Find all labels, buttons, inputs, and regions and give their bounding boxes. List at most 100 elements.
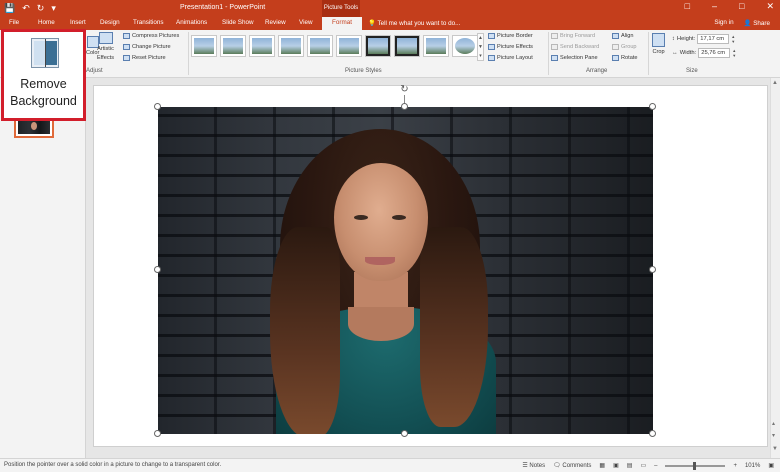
- scroll-up-icon[interactable]: ▲: [772, 80, 778, 86]
- zoom-in-icon[interactable]: +: [733, 463, 737, 469]
- zoom-level[interactable]: 101%: [745, 463, 760, 469]
- crop-button[interactable]: Crop: [652, 33, 665, 55]
- slideshow-icon[interactable]: ▭: [640, 462, 646, 469]
- save-icon[interactable]: 💾: [4, 2, 15, 14]
- picture-style-thumb[interactable]: [307, 35, 333, 57]
- resize-handle[interactable]: [649, 430, 656, 437]
- crop-label: Crop: [652, 49, 665, 55]
- vertical-scrollbar[interactable]: ▲ ▴ ▾ ▼: [770, 78, 780, 458]
- selection-pane-button[interactable]: Selection Pane: [551, 55, 598, 61]
- title-bar: 💾 ↶ ↻ ▾ Presentation1 - PowerPoint Pictu…: [0, 0, 780, 17]
- group-button[interactable]: Group: [612, 44, 637, 50]
- picture-style-thumb[interactable]: [191, 35, 217, 57]
- comments-button[interactable]: 🗨 Comments: [553, 462, 591, 469]
- tell-me-search[interactable]: 💡 Tell me what you want to do...: [368, 19, 460, 27]
- rb-icon-divider: [45, 39, 46, 67]
- scroll-down-icon[interactable]: ▼: [772, 446, 778, 452]
- tab-file[interactable]: File: [9, 19, 19, 26]
- resize-handle[interactable]: [649, 103, 656, 110]
- picture-effects-button[interactable]: Picture Effects: [488, 44, 533, 50]
- picture-style-thumb[interactable]: [249, 35, 275, 57]
- reset-picture-icon: [123, 55, 130, 61]
- send-backward-button[interactable]: Send Backward: [551, 44, 599, 50]
- picture-style-thumb[interactable]: [336, 35, 362, 57]
- tab-format[interactable]: Format: [322, 17, 362, 30]
- zoom-knob[interactable]: [693, 461, 697, 470]
- chevron-down-icon[interactable]: ▾: [51, 2, 56, 14]
- rotate-button[interactable]: Rotate: [612, 55, 637, 61]
- gallery-more-button[interactable]: ▲ ▼ ▾: [477, 33, 484, 61]
- zoom-out-icon[interactable]: –: [654, 463, 657, 469]
- redo-icon[interactable]: ↻: [37, 2, 45, 14]
- maximize-icon[interactable]: □: [739, 1, 744, 12]
- width-icon: ↔: [672, 50, 678, 56]
- picture-style-thumb[interactable]: [394, 35, 420, 57]
- resize-handle[interactable]: [154, 430, 161, 437]
- remove-background-button[interactable]: Remove Background: [1, 29, 86, 121]
- close-icon[interactable]: ✕: [766, 1, 774, 12]
- size-group-label: Size: [686, 68, 698, 74]
- selection-pane-icon: [551, 55, 558, 61]
- picture-border-label: Picture Border: [497, 33, 533, 39]
- resize-handle[interactable]: [649, 266, 656, 273]
- rotate-label: Rotate: [621, 55, 638, 61]
- send-backward-label: Send Backward: [560, 44, 600, 50]
- normal-view-icon[interactable]: ▦: [599, 462, 605, 469]
- resize-handle[interactable]: [154, 103, 161, 110]
- bring-forward-button[interactable]: Bring Forward: [551, 33, 595, 39]
- ribbon-display-icon[interactable]: □: [685, 1, 690, 12]
- next-slide-icon[interactable]: ▾: [772, 432, 775, 439]
- reading-view-icon[interactable]: ▤: [627, 462, 633, 469]
- align-button[interactable]: Align: [612, 33, 633, 39]
- tab-animations[interactable]: Animations: [176, 19, 207, 26]
- width-label: Width:: [679, 50, 697, 56]
- tab-review[interactable]: Review: [265, 19, 286, 26]
- notes-button[interactable]: ☰ Notes: [522, 462, 545, 469]
- picture-style-thumb[interactable]: [452, 35, 478, 57]
- arrange-group-label: Arrange: [586, 68, 608, 74]
- selection-pane-label: Selection Pane: [560, 55, 598, 61]
- zoom-slider[interactable]: [665, 461, 726, 470]
- remove-background-label: Remove Background: [4, 76, 83, 110]
- minimize-icon[interactable]: –: [712, 1, 717, 12]
- picture-style-thumb[interactable]: [365, 35, 391, 57]
- width-spinner[interactable]: ▲ ▼: [732, 48, 737, 58]
- compress-icon: [123, 33, 130, 39]
- height-icon: ↕: [672, 36, 675, 42]
- fit-slide-icon[interactable]: ▣: [768, 462, 774, 469]
- tab-transitions[interactable]: Transitions: [133, 19, 164, 26]
- picture-border-button[interactable]: Picture Border: [488, 33, 533, 39]
- tab-insert[interactable]: Insert: [70, 19, 86, 26]
- change-picture-icon: [123, 44, 130, 50]
- tab-design[interactable]: Design: [100, 19, 120, 26]
- tab-home[interactable]: Home: [38, 19, 55, 26]
- remove-background-icon: [31, 38, 59, 68]
- rotate-handle-icon[interactable]: ↻: [399, 84, 410, 95]
- change-picture-button[interactable]: Change Picture: [123, 44, 171, 50]
- tab-slide-show[interactable]: Slide Show: [222, 19, 254, 26]
- prev-slide-icon[interactable]: ▴: [772, 420, 775, 427]
- picture-style-thumb[interactable]: [278, 35, 304, 57]
- resize-handle[interactable]: [401, 103, 408, 110]
- resize-handle[interactable]: [401, 430, 408, 437]
- resize-handle[interactable]: [154, 266, 161, 273]
- slide-sorter-icon[interactable]: ▣: [613, 462, 619, 469]
- sign-in-link[interactable]: Sign in: [714, 19, 733, 27]
- undo-icon[interactable]: ↶: [22, 2, 30, 14]
- picture-tools-label: Picture Tools: [322, 0, 360, 17]
- reset-picture-button[interactable]: Reset Picture: [123, 55, 166, 61]
- selected-picture[interactable]: [158, 107, 653, 434]
- compress-pictures-button[interactable]: Compress Pictures: [123, 33, 179, 39]
- width-input[interactable]: 25,76 cm: [698, 48, 731, 58]
- picture-layout-button[interactable]: Picture Layout: [488, 55, 533, 61]
- height-input[interactable]: 17,17 cm: [697, 34, 730, 44]
- collar: [348, 307, 414, 341]
- picture-border-icon: [488, 33, 495, 39]
- artistic-effects-button[interactable]: Artistic Effects: [97, 32, 114, 62]
- slide-thumbnail-pane: [0, 78, 86, 458]
- share-button[interactable]: 👤 Share: [744, 19, 770, 27]
- picture-style-thumb[interactable]: [423, 35, 449, 57]
- picture-style-thumb[interactable]: [220, 35, 246, 57]
- height-spinner[interactable]: ▲ ▼: [731, 34, 736, 44]
- tab-view[interactable]: View: [299, 19, 313, 26]
